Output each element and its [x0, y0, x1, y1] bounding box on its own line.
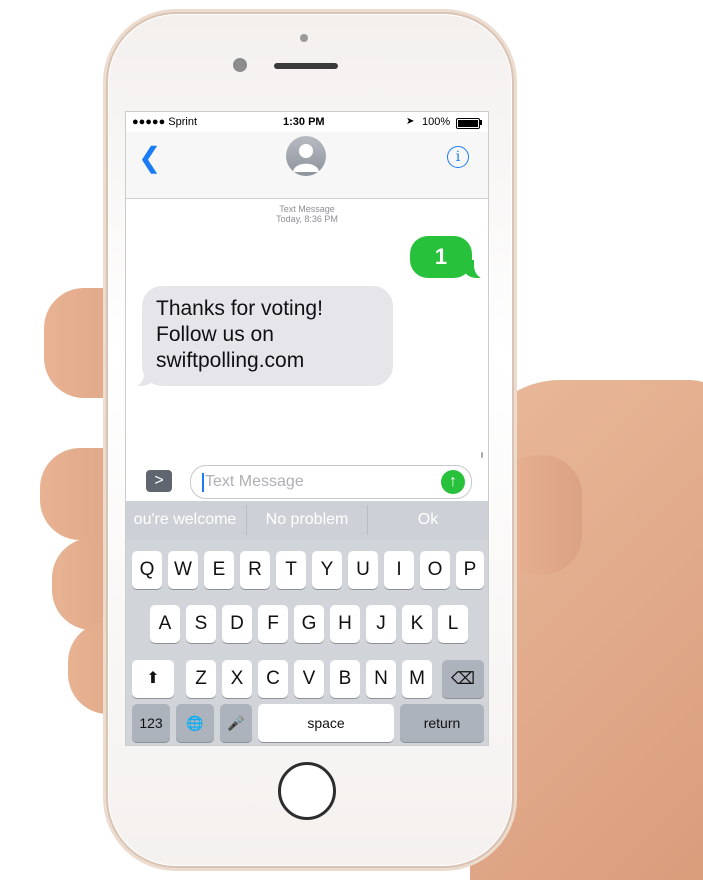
key-t[interactable]: T — [276, 551, 306, 589]
key-q[interactable]: Q — [132, 551, 162, 589]
message-input[interactable]: Text Message ↑ — [190, 465, 472, 499]
battery-tip — [480, 120, 482, 125]
key-b[interactable]: B — [330, 660, 360, 698]
key-a[interactable]: A — [150, 605, 180, 643]
key-s[interactable]: S — [186, 605, 216, 643]
key-f[interactable]: F — [258, 605, 288, 643]
globe-icon[interactable]: 🌐 — [176, 704, 214, 742]
phone-screen: ●●●●● Sprint 1:30 PM ➤ 100% ❮ i Text Mes… — [125, 111, 489, 746]
battery-icon — [456, 118, 480, 129]
chevron-left-icon[interactable]: ❮ — [138, 144, 161, 172]
conversation-header: ❮ i — [126, 132, 488, 199]
front-camera — [233, 58, 247, 72]
key-u[interactable]: U — [348, 551, 378, 589]
message-type-label: Text Message — [279, 204, 335, 214]
message-input-placeholder: Text Message — [205, 473, 304, 490]
message-timestamp: Text Message Today, 8:36 PM — [126, 204, 488, 224]
key-r[interactable]: R — [240, 551, 270, 589]
space-key[interactable]: space — [258, 704, 394, 742]
delete-icon[interactable]: ⌫ — [442, 660, 484, 698]
key-m[interactable]: M — [402, 660, 432, 698]
battery-percent: 100% — [422, 116, 451, 128]
key-v[interactable]: V — [294, 660, 324, 698]
key-p[interactable]: P — [456, 551, 484, 589]
key-e[interactable]: E — [204, 551, 234, 589]
scroll-indicator — [481, 452, 483, 458]
carrier-label: ●●●●● Sprint — [132, 116, 198, 128]
key-k[interactable]: K — [402, 605, 432, 643]
key-j[interactable]: J — [366, 605, 396, 643]
shift-icon[interactable]: ⬆ — [132, 660, 174, 698]
key-o[interactable]: O — [420, 551, 450, 589]
key-n[interactable]: N — [366, 660, 396, 698]
status-bar: ●●●●● Sprint 1:30 PM ➤ 100% — [126, 112, 488, 132]
info-icon[interactable]: i — [447, 146, 469, 168]
message-date-label: Today, 8:36 PM — [276, 214, 338, 224]
contact-avatar-icon[interactable] — [286, 136, 326, 176]
suggestion-2[interactable]: No problem — [247, 501, 367, 539]
received-line-2: Follow us on — [156, 323, 274, 346]
microphone-icon[interactable]: 🎤 — [220, 704, 252, 742]
key-y[interactable]: Y — [312, 551, 342, 589]
expand-apps-button[interactable]: > — [146, 470, 172, 492]
key-x[interactable]: X — [222, 660, 252, 698]
text-caret — [202, 473, 204, 492]
received-line-1: Thanks for voting! — [156, 297, 323, 320]
key-w[interactable]: W — [168, 551, 198, 589]
clock: 1:30 PM — [283, 116, 325, 128]
location-arrow-icon: ➤ — [406, 116, 415, 127]
earpiece-speaker — [274, 63, 338, 69]
key-h[interactable]: H — [330, 605, 360, 643]
received-line-3: swiftpolling.com — [156, 349, 305, 372]
send-arrow-icon[interactable]: ↑ — [441, 470, 465, 494]
key-i[interactable]: I — [384, 551, 414, 589]
key-g[interactable]: G — [294, 605, 324, 643]
suggestion-1[interactable]: ou're welcome — [126, 501, 244, 539]
keyboard: ou're welcome No problem Ok Q W E R T Y … — [126, 501, 488, 745]
numbers-key[interactable]: 123 — [132, 704, 170, 742]
key-d[interactable]: D — [222, 605, 252, 643]
quicktype-bar: ou're welcome No problem Ok — [126, 501, 488, 539]
key-z[interactable]: Z — [186, 660, 216, 698]
key-l[interactable]: L — [438, 605, 468, 643]
front-sensor — [300, 34, 308, 42]
home-button[interactable] — [278, 762, 336, 820]
key-c[interactable]: C — [258, 660, 288, 698]
received-message-bubble[interactable]: Thanks for voting! Follow us on swiftpol… — [142, 286, 393, 386]
return-key[interactable]: return — [400, 704, 484, 742]
sent-message-bubble[interactable]: 1 — [410, 236, 472, 278]
suggestion-3[interactable]: Ok — [368, 501, 488, 539]
